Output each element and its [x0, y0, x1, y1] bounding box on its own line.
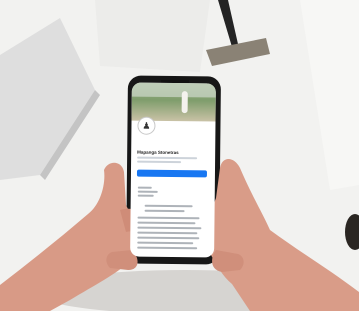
text-line: [137, 186, 152, 189]
post-line: [137, 216, 200, 220]
page-subtitle-line: [137, 160, 182, 164]
phone-screen: ♟ Mapanga Stonetras: [130, 82, 216, 258]
post-line: [144, 209, 185, 213]
photo-scene: ♟ Mapanga Stonetras: [0, 0, 359, 311]
person-icon: ♟: [142, 120, 151, 131]
like-button[interactable]: [136, 169, 207, 178]
post-line: [137, 226, 202, 230]
text-line: [137, 194, 154, 197]
post-line: [137, 236, 200, 240]
cover-photo: [131, 82, 216, 122]
page-subtitle-line: [137, 156, 198, 160]
cover-sky: [131, 82, 216, 98]
profile-avatar: ♟: [137, 116, 156, 135]
post-line: [137, 221, 196, 225]
post-line: [137, 241, 194, 245]
text-line: [137, 190, 158, 193]
notebook: [95, 0, 210, 72]
post-line: [137, 231, 198, 235]
post-line: [144, 204, 193, 208]
cover-figure: [181, 91, 188, 114]
post-line: [137, 246, 198, 250]
page-name: Mapanga Stonetras: [137, 149, 179, 156]
